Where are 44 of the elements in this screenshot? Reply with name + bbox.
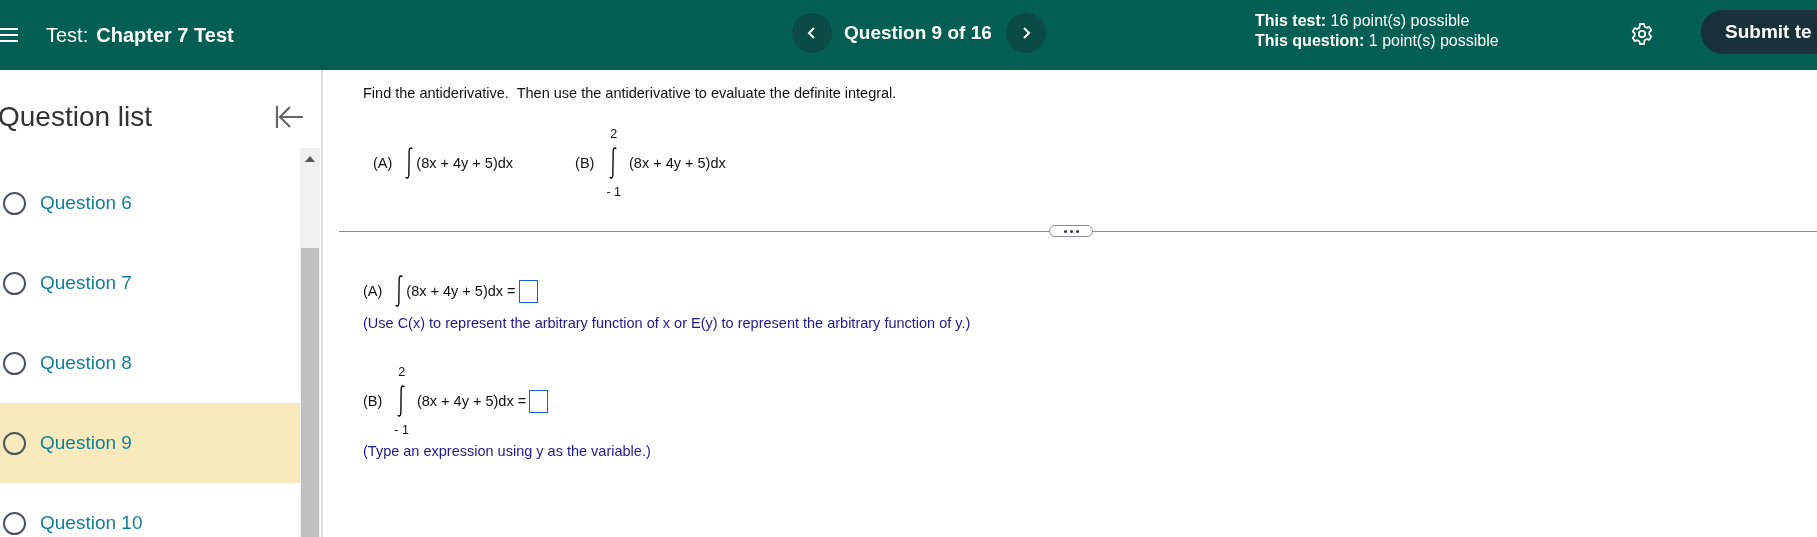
part-label: (A) bbox=[373, 155, 393, 171]
integrand: (8x + 4y + 5)dx = bbox=[406, 283, 516, 299]
points-info: This test: 16 point(s) possible bbox=[1255, 11, 1471, 31]
integral-sign-icon bbox=[394, 273, 405, 309]
question-list-item[interactable]: Question 7 bbox=[0, 243, 300, 323]
integral-sign-icon bbox=[404, 145, 415, 181]
question-list-item[interactable]: Question 9 bbox=[0, 403, 300, 483]
hint-text: (Type an expression using y as the variable.) bbox=[363, 443, 652, 459]
radio-icon bbox=[3, 271, 26, 295]
test-label: Test: bbox=[46, 23, 89, 47]
answer-field[interactable] bbox=[529, 389, 549, 413]
integrand: (8x + 4y + 5)dx bbox=[629, 155, 726, 171]
test-name: Chapter 7 Test bbox=[96, 23, 234, 47]
radio-icon bbox=[3, 511, 26, 535]
answer-field[interactable] bbox=[518, 279, 538, 303]
part-label: (B) bbox=[575, 155, 595, 171]
radio-icon bbox=[3, 191, 26, 215]
lower-limit: - 1 bbox=[606, 185, 621, 199]
question-list-item[interactable]: Question 8 bbox=[0, 323, 300, 403]
integrand: (8x + 4y + 5)dx bbox=[416, 155, 514, 171]
sidebar-title: Question list bbox=[0, 101, 153, 133]
question-position: Question 9 of 16 bbox=[844, 22, 992, 44]
settings-icon[interactable] bbox=[1630, 22, 1654, 46]
scroll-up-icon[interactable] bbox=[305, 156, 315, 162]
lower-limit: - 1 bbox=[394, 423, 409, 437]
radio-icon bbox=[3, 351, 26, 375]
menu-icon[interactable] bbox=[0, 27, 18, 43]
submit-test-button[interactable]: Submit te bbox=[1701, 10, 1817, 54]
instruction-text: Find the antiderivative. Then use the antiderivative to evaluate the definite integral. bbox=[363, 85, 898, 101]
upper-limit: 2 bbox=[398, 365, 406, 379]
chevron-left-icon bbox=[807, 27, 817, 39]
points-info: This question: 1 point(s) possible bbox=[1255, 31, 1499, 51]
upper-limit: 2 bbox=[610, 127, 618, 141]
radio-icon bbox=[3, 431, 26, 455]
scrollbar[interactable] bbox=[300, 148, 320, 537]
more-button[interactable] bbox=[1049, 225, 1093, 237]
question-list-item[interactable]: Question 10 bbox=[0, 483, 300, 537]
collapse-icon[interactable] bbox=[275, 104, 305, 130]
integrand: (8x + 4y + 5)dx = bbox=[416, 393, 527, 409]
hint-text: (Use C(x) to represent the arbitrary function of x or E(y) to represent the arbitrary function of y.) bbox=[363, 315, 972, 331]
question-list-item[interactable]: Question 6 bbox=[0, 163, 300, 243]
part-label: (A) bbox=[363, 283, 383, 299]
part-label: (B) bbox=[363, 393, 383, 409]
chevron-right-icon bbox=[1020, 27, 1031, 39]
